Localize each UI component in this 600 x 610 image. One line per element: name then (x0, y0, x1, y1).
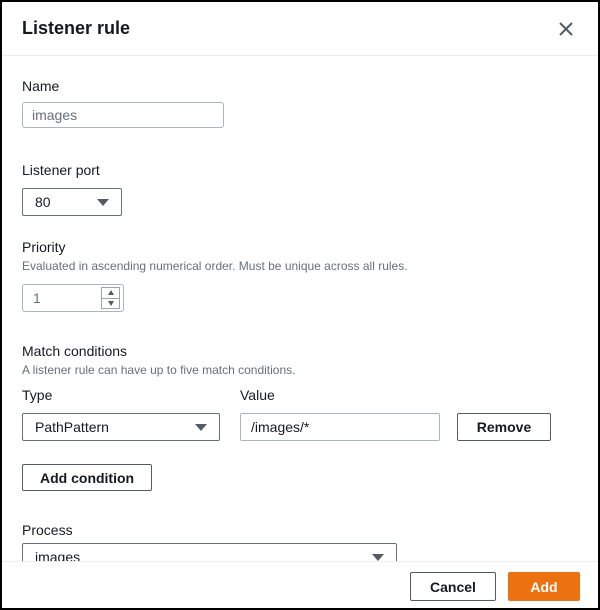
match-conditions-label: Match conditions (22, 342, 578, 360)
condition-type-column: Type PathPattern (22, 386, 220, 441)
dialog-header: Listener rule (2, 2, 598, 56)
type-label: Type (22, 386, 220, 404)
dialog-body: Name Listener port 80 Priority Evaluated… (2, 77, 598, 571)
listener-port-select[interactable]: 80 (22, 188, 122, 216)
listener-port-label: Listener port (22, 161, 578, 179)
add-button[interactable]: Add (508, 572, 580, 601)
remove-condition-button[interactable]: Remove (457, 413, 551, 441)
condition-row: Type PathPattern Value Remove (22, 386, 578, 441)
caret-down-icon (372, 554, 384, 561)
caret-down-icon (195, 424, 207, 431)
listener-rule-dialog: Listener rule Name Listener port 80 Prio… (0, 0, 600, 610)
process-label: Process (22, 521, 578, 539)
spinner-down-button[interactable] (102, 298, 119, 309)
condition-value-column: Value (240, 386, 440, 441)
spinner-up-button[interactable] (102, 288, 119, 298)
listener-port-field-group: Listener port 80 (22, 161, 578, 216)
match-conditions-group: Match conditions A listener rule can hav… (22, 342, 578, 491)
priority-input[interactable] (23, 290, 73, 306)
close-button[interactable] (554, 17, 578, 41)
dialog-title: Listener rule (22, 18, 130, 39)
condition-type-select[interactable]: PathPattern (22, 413, 220, 441)
name-label: Name (22, 77, 578, 95)
priority-stepper[interactable] (22, 284, 124, 312)
arrow-up-icon (108, 290, 114, 295)
priority-field-group: Priority Evaluated in ascending numerica… (22, 238, 578, 312)
add-condition-button[interactable]: Add condition (22, 464, 152, 491)
dialog-footer: Cancel Add (2, 561, 598, 601)
match-conditions-help-text: A listener rule can have up to five matc… (22, 362, 578, 378)
close-icon (558, 21, 574, 37)
condition-type-selected-value: PathPattern (35, 419, 109, 435)
priority-label: Priority (22, 238, 578, 256)
name-input[interactable] (22, 102, 224, 128)
priority-help-text: Evaluated in ascending numerical order. … (22, 258, 578, 274)
arrow-down-icon (108, 301, 114, 306)
cancel-button[interactable]: Cancel (410, 572, 496, 601)
listener-port-selected-value: 80 (35, 194, 51, 210)
condition-value-input[interactable] (240, 413, 440, 441)
caret-down-icon (97, 199, 109, 206)
spinner-control (101, 287, 120, 309)
value-label: Value (240, 386, 440, 404)
name-field-group: Name (22, 77, 578, 128)
